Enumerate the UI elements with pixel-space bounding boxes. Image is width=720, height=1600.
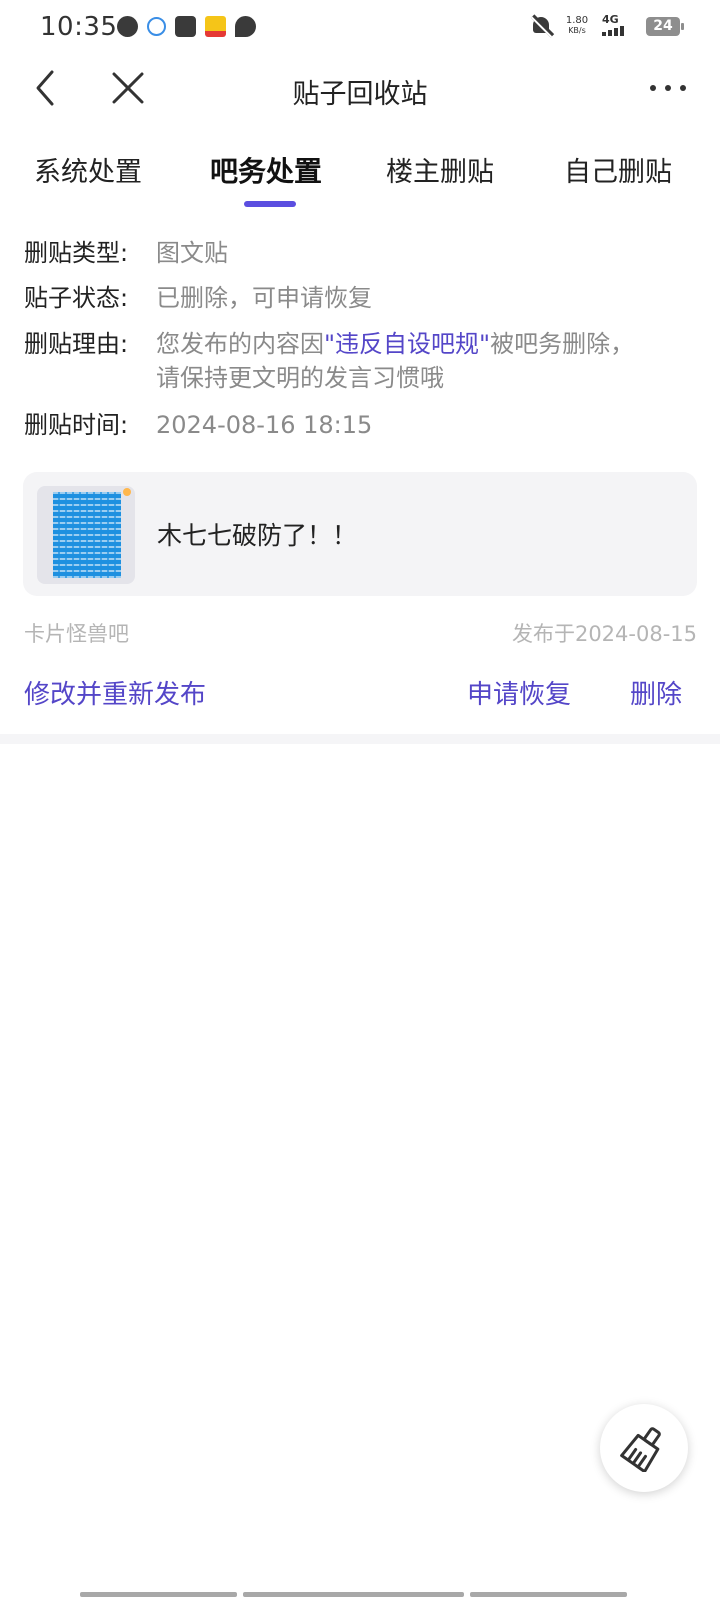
edit-republish-button[interactable]: 修改并重新发布	[24, 674, 206, 711]
more-button[interactable]	[646, 70, 690, 106]
mute-bell-icon	[530, 14, 552, 38]
battery-icon: 24	[646, 16, 684, 36]
gesture-bar-center	[243, 1592, 464, 1597]
cloud-icon	[147, 17, 166, 36]
tab-self-deleted[interactable]: 自己删贴	[564, 150, 672, 189]
detail-time-row: 删贴时间: 2024-08-16 18:15	[24, 408, 372, 442]
battery-level: 24	[653, 17, 673, 34]
tab-moderator[interactable]: 吧务处置	[210, 150, 322, 190]
post-date: 发布于2024-08-15	[511, 622, 697, 646]
detail-status-label: 贴子状态:	[24, 284, 129, 312]
status-bar: 10:35 1.80 KB/s 4G 24	[0, 0, 720, 56]
broom-icon	[620, 1427, 661, 1472]
meituan-icon	[205, 16, 226, 37]
detail-reason-row: 删贴理由: 您发布的内容因"违反自设吧规"被吧务删除， 请保持更文明的发言习惯哦	[24, 327, 634, 395]
forum-name[interactable]: 卡片怪兽吧	[24, 618, 129, 648]
network-speed-unit: KB/s	[568, 26, 586, 35]
detail-status-value: 已删除，可申请恢复	[156, 284, 372, 312]
signal-bars-icon	[602, 26, 624, 36]
detail-reason-value: 您发布的内容因"违反自设吧规"被吧务删除， 请保持更文明的发言习惯哦	[156, 327, 634, 395]
detail-time-label: 删贴时间:	[24, 411, 129, 439]
detail-reason-label: 删贴理由:	[24, 330, 129, 358]
network-speed: 1.80 KB/s	[562, 16, 592, 36]
gesture-bar-left	[80, 1592, 237, 1597]
status-indicators: 1.80 KB/s 4G 24	[530, 14, 684, 38]
post-title: 木七七破防了！！	[157, 521, 358, 550]
reason-rule-link[interactable]: "违反自设吧规"	[324, 330, 490, 358]
request-restore-button[interactable]: 申请恢复	[467, 674, 571, 711]
detail-status-row: 贴子状态: 已删除，可申请恢复	[24, 281, 372, 315]
gesture-bar-right	[470, 1592, 627, 1597]
detail-type-label: 删贴类型:	[24, 239, 129, 267]
wechat-icon	[117, 16, 138, 37]
tab-bar: 系统处置 吧务处置 楼主删贴 自己删贴	[0, 140, 720, 212]
thumbnail-image	[53, 492, 121, 578]
status-time: 10:35	[40, 12, 118, 42]
signal-4g: 4G	[602, 14, 636, 38]
reason-prefix: 您发布的内容因	[156, 330, 324, 358]
recycle-bin-page: 10:35 1.80 KB/s 4G 24 贴子回收站 系统处置 吧务处置 楼主…	[0, 0, 720, 1600]
detail-type-row: 删贴类型: 图文贴	[24, 236, 228, 270]
detail-type-value: 图文贴	[156, 239, 228, 267]
reason-suffix: 被吧务删除，	[490, 330, 635, 358]
network-type: 4G	[602, 13, 619, 26]
clean-button[interactable]	[600, 1404, 688, 1492]
reason-line-2: 请保持更文明的发言习惯哦	[156, 364, 444, 392]
thumbnail-badge	[123, 488, 131, 496]
detail-time-value: 2024-08-16 18:15	[156, 411, 373, 439]
tab-op-deleted[interactable]: 楼主删贴	[386, 150, 494, 189]
notification-icons	[117, 16, 256, 37]
post-card[interactable]: 木七七破防了！！	[23, 472, 697, 596]
more-dot-icon	[665, 85, 671, 91]
more-dot-icon	[650, 85, 656, 91]
more-dot-icon	[680, 85, 686, 91]
shopping-bag-icon	[175, 16, 196, 37]
nav-bar: 贴子回收站	[0, 56, 720, 122]
section-divider	[0, 734, 720, 744]
delete-button[interactable]: 删除	[630, 674, 682, 711]
page-title: 贴子回收站	[292, 79, 428, 110]
post-thumbnail	[37, 486, 135, 584]
tab-system[interactable]: 系统处置	[34, 150, 142, 189]
tab-indicator	[244, 201, 296, 207]
network-speed-value: 1.80	[565, 15, 589, 26]
chat-bubble-icon	[235, 16, 256, 37]
